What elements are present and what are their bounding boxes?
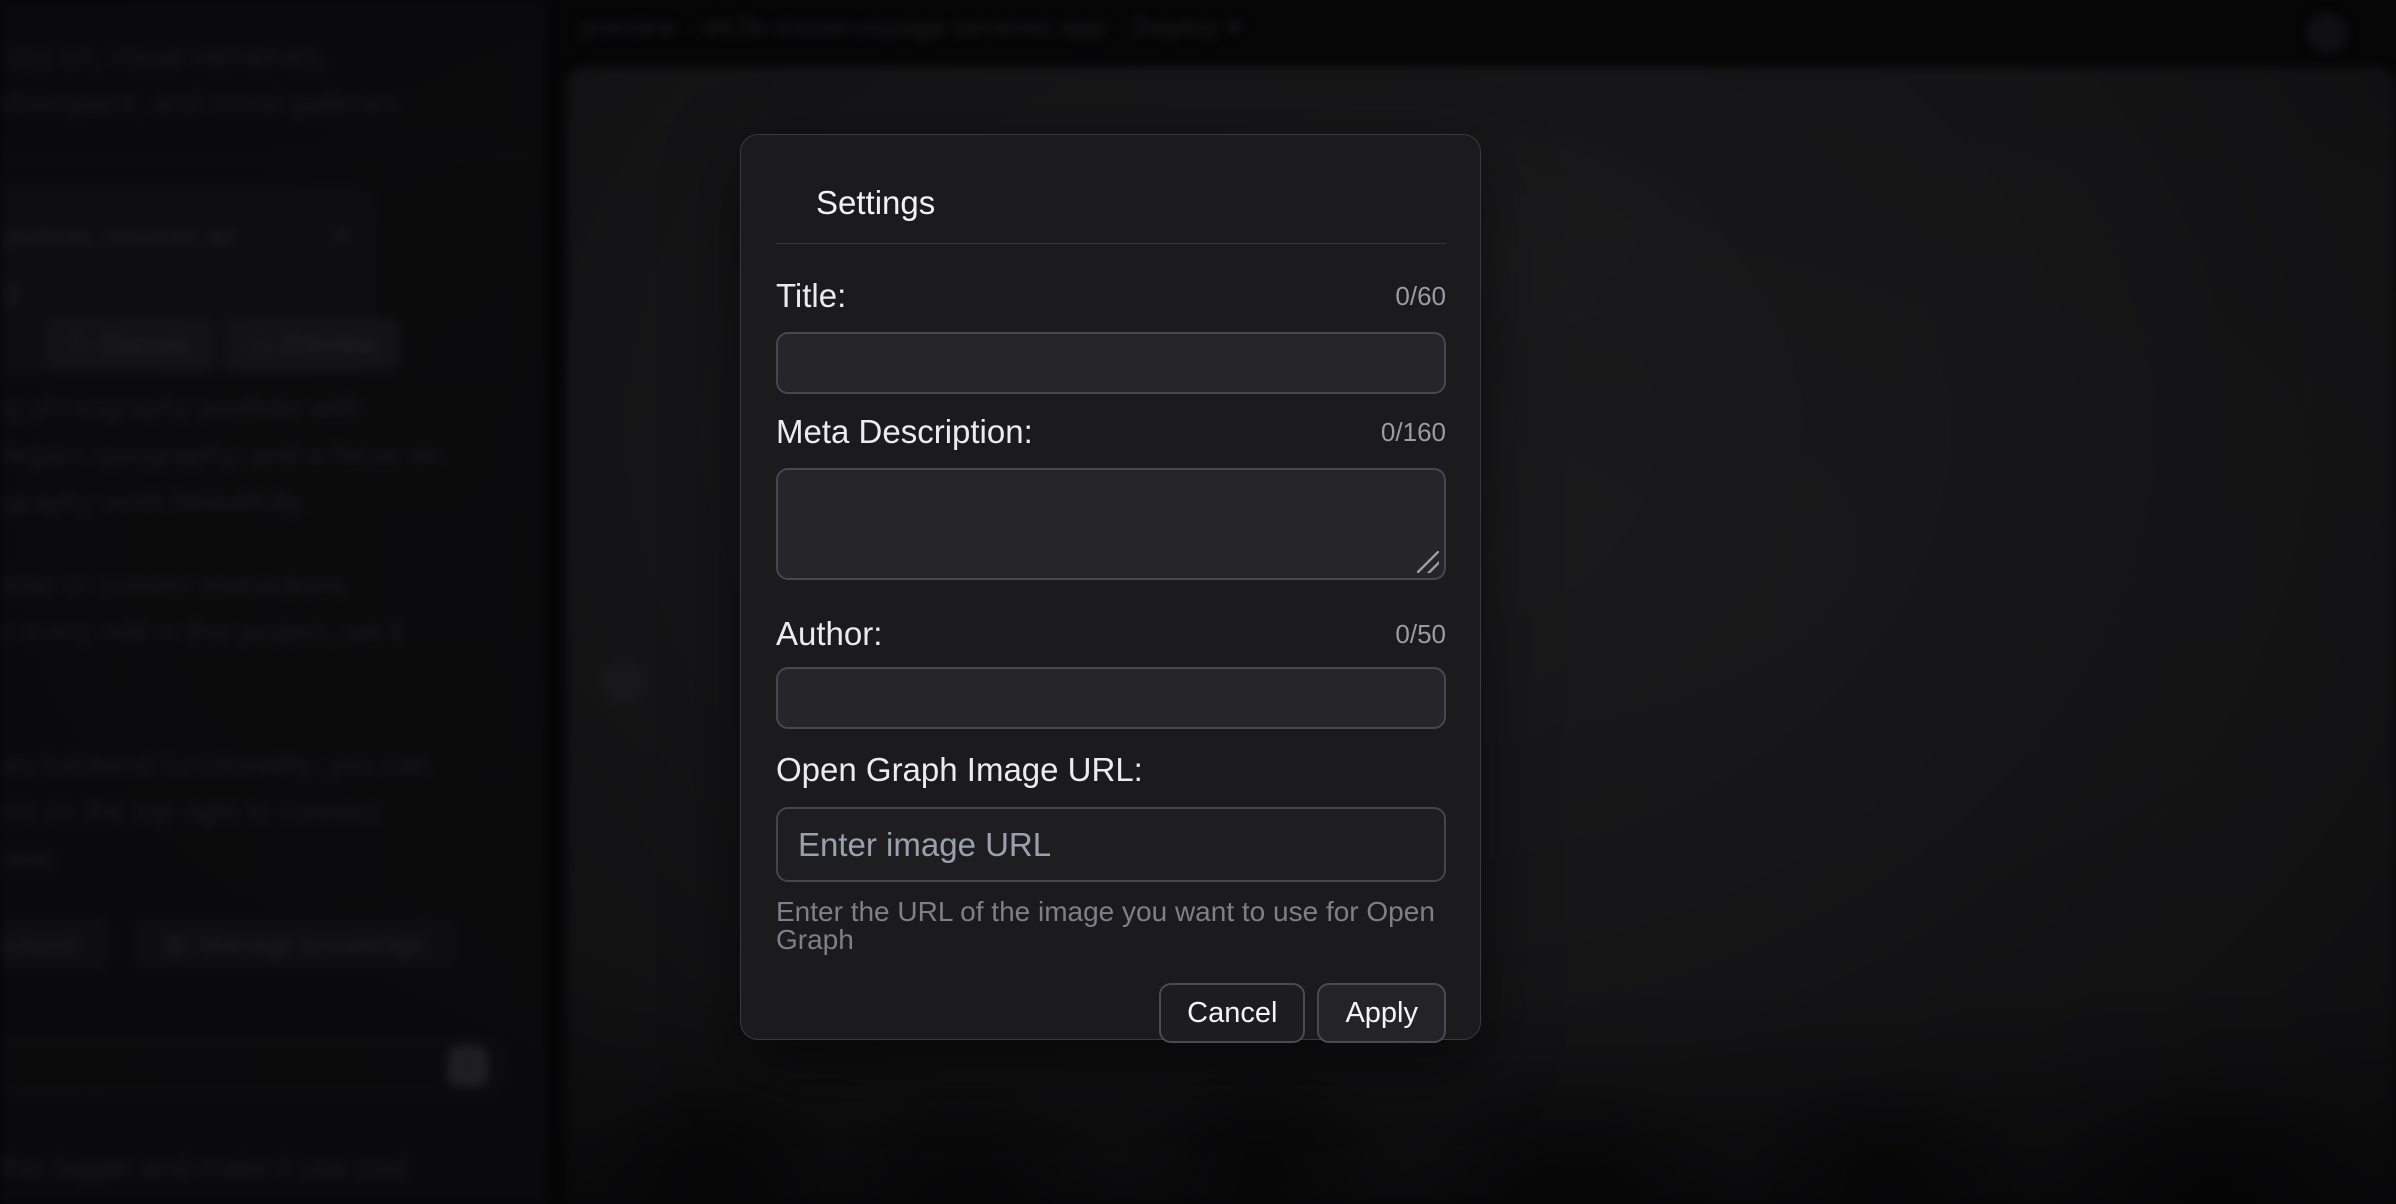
meta-description-textarea[interactable] (776, 468, 1446, 580)
title-input[interactable] (776, 332, 1446, 394)
modal-title: Settings (816, 183, 1446, 223)
author-char-counter: 0/50 (1395, 614, 1446, 654)
resize-handle-icon[interactable] (1417, 551, 1439, 573)
title-field-label: Title: (776, 276, 846, 316)
modal-title-divider (776, 243, 1446, 244)
og-image-url-helper-text: Enter the URL of the image you want to u… (776, 898, 1446, 954)
title-char-counter: 0/60 (1395, 276, 1446, 316)
meta-description-char-counter: 0/160 (1381, 412, 1446, 452)
author-field-label: Author: (776, 614, 882, 654)
cancel-button[interactable]: Cancel (1159, 983, 1305, 1043)
author-input[interactable] (776, 667, 1446, 729)
settings-modal: Settings Title: 0/60 Meta Description: 0… (740, 134, 1481, 1040)
og-image-url-field-label: Open Graph Image URL: (776, 750, 1143, 790)
og-image-url-input[interactable] (776, 807, 1446, 882)
meta-description-field-label: Meta Description: (776, 412, 1033, 452)
apply-button[interactable]: Apply (1317, 983, 1446, 1043)
